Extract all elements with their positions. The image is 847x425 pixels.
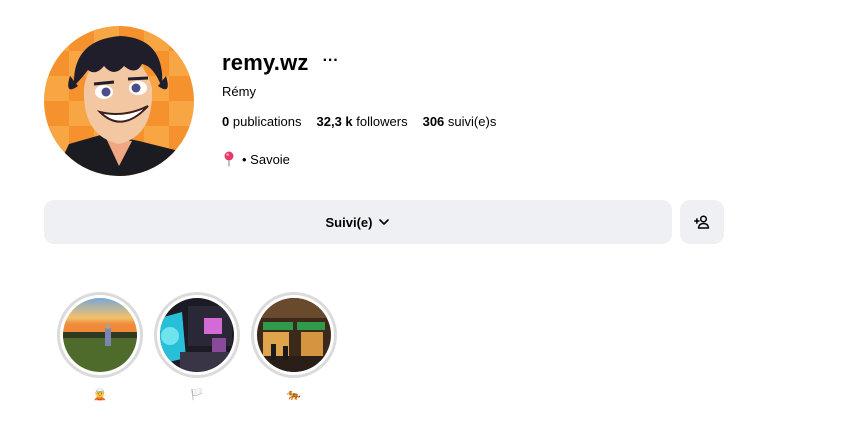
profile-full-name: Rémy [222, 84, 256, 99]
story-highlight-1[interactable] [57, 292, 143, 378]
stat-value: 306 [422, 114, 445, 129]
highlight-cover-image [63, 298, 137, 372]
stat-label: publications [232, 114, 302, 129]
highlight-cover-image [160, 298, 234, 372]
pin-icon [224, 151, 234, 167]
add-person-icon [694, 215, 710, 229]
story-highlight-2[interactable] [154, 292, 240, 378]
stat-following[interactable]: 306 suivi(e)s [423, 114, 497, 129]
stat-label: suivi(e)s [447, 114, 497, 129]
following-button[interactable]: Suivi(e) [44, 200, 672, 244]
stat-value: 0 [222, 114, 230, 129]
story-highlight-3[interactable] [251, 292, 337, 378]
highlight-label: 🐅 [287, 389, 301, 401]
more-options-button[interactable]: ··· [323, 53, 339, 69]
location-text: • Savoie [242, 151, 290, 167]
stat-label: followers [356, 114, 408, 129]
following-button-label: Suivi(e) [325, 214, 373, 230]
profile-location: • Savoie [222, 151, 290, 167]
profile-username: remy.wz [222, 50, 309, 75]
chevron-down-icon [379, 219, 390, 225]
stat-followers[interactable]: 32,3 k followers [317, 114, 408, 129]
profile-stats: 0 publications 32,3 k followers 306 suiv… [222, 114, 496, 129]
suggested-accounts-button[interactable] [680, 200, 724, 244]
highlight-label: 🧝 [93, 389, 107, 401]
profile-avatar[interactable] [44, 26, 194, 176]
stat-publications: 0 publications [222, 114, 302, 129]
highlight-cover-image [257, 298, 331, 372]
highlight-label: 🏳️ [190, 389, 204, 401]
stat-value: 32,3 k [316, 114, 353, 129]
